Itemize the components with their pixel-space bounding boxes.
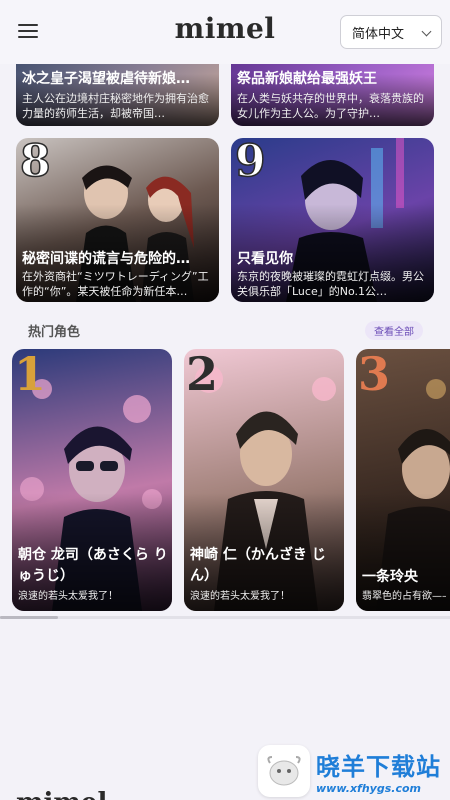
rank-number: 3 <box>358 349 391 401</box>
character-name: 神崎 仁（かんざき じん） <box>190 547 326 584</box>
hamburger-menu-icon[interactable] <box>18 22 38 40</box>
story-description: 在人类与妖共存的世界中，衰落贵族的女儿作为主人公。为了守护… <box>237 92 424 120</box>
story-description: 在外资商社“ミツワトレーディング”工作的“你”。某天被任命为新任本… <box>22 270 209 298</box>
footer-logo: mimel <box>16 788 107 800</box>
view-all-button[interactable]: 查看全部 <box>365 321 423 340</box>
language-select-value: 简体中文 <box>352 26 405 42</box>
watermark-title: 晓羊下载站 <box>316 753 441 781</box>
sheep-logo-icon <box>258 745 310 797</box>
character-tagline: 浪速的若头太爱我了！ <box>190 591 290 602</box>
app-header: mimel 简体中文 <box>0 0 450 64</box>
character-card[interactable]: 1 朝仓 龙司（あさくら りゅうじ） 浪速的若头太爱我了！ <box>12 349 172 611</box>
watermark-url: www.xfhygs.com <box>316 782 421 795</box>
character-name: 朝仓 龙司（あさくら りゅうじ） <box>18 547 168 584</box>
story-title: 秘密间谍的谎言与危险的… <box>22 251 190 267</box>
story-title: 祭品新娘献给最强妖王 <box>237 71 377 87</box>
character-card[interactable]: 3 一条玲央 翡翠色的占有欲—— <box>356 349 450 611</box>
chevron-down-icon <box>421 26 432 37</box>
watermark: 晓羊下载站 www.xfhygs.com <box>258 742 450 800</box>
rank-number: 9 <box>234 138 266 188</box>
section-title: 热门角色 <box>28 325 81 340</box>
scrollbar-thumb[interactable] <box>0 616 58 619</box>
rank-number: 8 <box>19 138 51 188</box>
rank-number: 2 <box>186 349 219 401</box>
story-card[interactable]: 8 秘密间谍的谎言与危险的… 在外资商社“ミツワトレーディング”工作的“你”。某… <box>16 138 219 302</box>
rank-number: 1 <box>14 349 47 401</box>
character-tagline: 浪速的若头太爱我了！ <box>18 591 118 602</box>
character-card[interactable]: 2 神崎 仁（かんざき じん） 浪速的若头太爱我了！ <box>184 349 344 611</box>
story-title: 冰之皇子渴望被虐待新娘… <box>22 71 190 87</box>
character-name: 一条玲央 <box>362 569 418 585</box>
language-select[interactable]: 简体中文 <box>340 15 442 49</box>
story-description: 主人公在边境村庄秘密地作为拥有治愈力量的药师生活，却被帝国… <box>22 92 209 120</box>
horizontal-scrollbar[interactable] <box>0 616 450 619</box>
story-card[interactable]: 9 只看见你 东京的夜晚被璀璨的霓虹灯点缀。男公关俱乐部「Luce」的No.1公… <box>231 138 434 302</box>
character-tagline: 翡翠色的占有欲—— <box>362 591 446 602</box>
story-description: 东京的夜晚被璀璨的霓虹灯点缀。男公关俱乐部「Luce」的No.1公… <box>237 270 424 298</box>
story-title: 只看见你 <box>237 251 293 267</box>
